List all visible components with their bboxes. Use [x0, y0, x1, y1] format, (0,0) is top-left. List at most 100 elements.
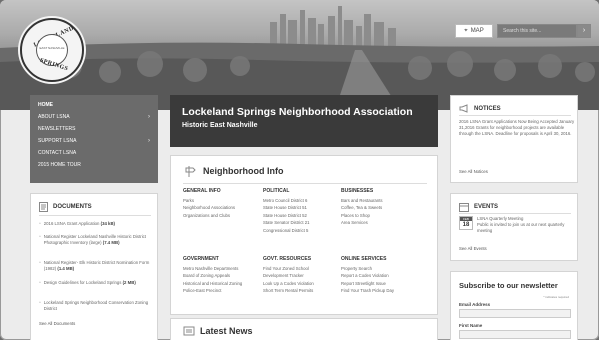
info-column-online-services: ONLINE SERVICES Property Search Report a… [341, 256, 394, 295]
news-icon [183, 326, 195, 336]
info-link[interactable]: Metro Nashville Departments [183, 265, 242, 273]
divider [459, 213, 571, 214]
search-icon: › [582, 27, 586, 34]
main-nav: HOME ABOUT LSNA › NEWSLETTERS SUPPORT LSN… [30, 95, 158, 183]
info-link[interactable]: Congressional District 5 [263, 227, 310, 235]
nav-label: ABOUT LSNA [38, 114, 70, 120]
info-link[interactable]: State House District 51 [263, 204, 310, 212]
info-link[interactable]: Find Your Zoned School [263, 265, 314, 273]
info-link[interactable]: Metro Council District 6 [263, 197, 310, 205]
event-details[interactable]: LSNA Quarterly Meeting Public is invited… [477, 216, 573, 235]
neighborhood-info-card: Neighborhood Info GENERAL INFO Parks Nei… [170, 155, 438, 315]
info-link[interactable]: State Senator District 21 [263, 219, 310, 227]
map-icon: ⌖ [464, 27, 468, 34]
nav-label: 2015 HOME TOUR [38, 162, 81, 168]
info-column-businesses: BUSINESSES Bars and Restaurants Coffee, … [341, 188, 383, 227]
nav-item-support[interactable]: SUPPORT LSNA › [30, 135, 158, 147]
nav-item-newsletters[interactable]: NEWSLETTERS [30, 123, 158, 135]
document-text: Design Guidelines for Lockeland Springs … [43, 280, 136, 285]
events-card: EVENTS FEB 18 LSNA Quarterly Meeting Pub… [450, 193, 578, 261]
info-link[interactable]: Development Tracker [263, 272, 314, 280]
document-item[interactable]: ▫ National Register Lockeland Nashville H… [39, 234, 153, 246]
divider [39, 215, 151, 216]
info-link[interactable]: State House District 52 [263, 212, 310, 220]
document-text: National Register- Elk Historic District… [43, 260, 150, 271]
info-link[interactable]: Coffee, Tea & Sweets [341, 204, 383, 212]
info-link[interactable]: Short Term Rental Permits [263, 287, 314, 295]
document-item[interactable]: ▫ 2016 LSNA Grant Application (34 kB) [39, 221, 153, 227]
search-input[interactable]: Search this site... [497, 24, 577, 38]
first-name-field[interactable] [459, 330, 571, 339]
hero-skyline-image: LOCKELAND EAST NASHVILLE SPRINGS ⌖ MAP S… [0, 0, 599, 110]
site-logo[interactable]: LOCKELAND EAST NASHVILLE SPRINGS [20, 18, 84, 82]
file-icon: ▫ [39, 260, 41, 266]
events-title: EVENTS [474, 204, 499, 210]
file-icon: ▫ [39, 280, 41, 286]
neighborhood-info-title: Neighborhood Info [203, 166, 284, 176]
column-heading: POLITICAL [263, 188, 290, 194]
neighborhood-info-header: Neighborhood Info [183, 164, 283, 178]
nav-label: SUPPORT LSNA [38, 138, 77, 144]
document-item[interactable]: ▫ Lockeland Springs Neighborhood Conserva… [39, 300, 153, 312]
info-link[interactable]: Neighborhood Associations [183, 204, 235, 212]
document-item[interactable]: ▫ National Register- Elk Historic Distric… [39, 260, 153, 272]
skyline-illustration [0, 0, 599, 110]
info-column-general: GENERAL INFO Parks Neighborhood Associat… [183, 188, 235, 219]
page-subtitle: Historic East Nashville [182, 122, 258, 129]
info-link[interactable]: Parks [183, 197, 235, 205]
info-link[interactable]: Report Streetlight Issue [341, 280, 394, 288]
email-label: Email Address [459, 302, 491, 307]
document-icon [39, 202, 48, 212]
nav-item-home[interactable]: HOME [30, 99, 158, 111]
nav-item-contact[interactable]: CONTACT LSNA [30, 147, 158, 159]
search-button[interactable]: › [577, 24, 591, 38]
info-link[interactable]: Report a Codes Violation [341, 272, 394, 280]
column-heading: GOVERNMENT [183, 256, 219, 262]
nav-label: NEWSLETTERS [38, 126, 76, 132]
info-link[interactable]: Area Services [341, 219, 383, 227]
map-button[interactable]: ⌖ MAP [455, 24, 493, 38]
divider [183, 183, 427, 184]
nav-item-about[interactable]: ABOUT LSNA › [30, 111, 158, 123]
info-link[interactable]: Property Search [341, 265, 394, 273]
nav-item-home-tour[interactable]: 2015 HOME TOUR [30, 159, 158, 171]
column-heading: BUSINESSES [341, 188, 374, 194]
latest-news-header: Latest News [183, 325, 253, 337]
divider [459, 115, 571, 116]
info-column-government: GOVERNMENT Metro Nashville Departments B… [183, 256, 242, 295]
info-link[interactable]: Organizations and Clubs [183, 212, 235, 220]
info-column-govt-resources: GOVT. RESOURCES Find Your Zoned School D… [263, 256, 314, 295]
info-link[interactable]: Board of Zoning Appeals [183, 272, 242, 280]
chevron-right-icon: › [148, 114, 150, 120]
see-all-events-link[interactable]: See All Events [459, 246, 487, 251]
info-link[interactable]: Police-East Precinct [183, 287, 242, 295]
info-link[interactable]: Historical and Historical Zoning [183, 280, 242, 288]
documents-header: DOCUMENTS [39, 202, 92, 212]
notices-card: NOTICES 2016 LSNA Grant Applications Now… [450, 95, 578, 183]
see-all-documents-link[interactable]: See All Documents [39, 321, 75, 326]
title-banner: Lockeland Springs Neighborhood Associati… [170, 95, 438, 147]
megaphone-icon [459, 104, 468, 113]
chevron-right-icon: › [148, 138, 150, 144]
document-text: Lockeland Springs Neighborhood Conservat… [43, 300, 149, 311]
notices-title: NOTICES [474, 105, 501, 112]
notice-text[interactable]: 2016 LSNA Grant Applications Now Being A… [459, 119, 575, 138]
info-link[interactable]: Bars and Restaurants [341, 197, 383, 205]
logo-inner-text: EAST NASHVILLE [39, 46, 65, 50]
event-day: 18 [462, 222, 470, 228]
map-label: MAP [470, 28, 484, 34]
nav-label: HOME [38, 102, 53, 108]
document-text: 2016 LSNA Grant Application (34 kB) [43, 221, 115, 226]
documents-card: DOCUMENTS ▫ 2016 LSNA Grant Application (… [30, 193, 158, 340]
events-header: EVENTS [459, 202, 498, 212]
info-link[interactable]: Find Your Trash Pickup Day [341, 287, 394, 295]
see-all-notices-link[interactable]: See All Notices [459, 169, 488, 174]
info-link[interactable]: Look Up a Codes Violation [263, 280, 314, 288]
documents-title: DOCUMENTS [53, 204, 92, 210]
newsletter-title: Subscribe to our newsletter [459, 281, 558, 290]
page: LOCKELAND EAST NASHVILLE SPRINGS ⌖ MAP S… [0, 0, 599, 340]
info-link[interactable]: Places to Shop [341, 212, 383, 220]
first-name-label: First Name [459, 323, 483, 328]
document-item[interactable]: ▫ Design Guidelines for Lockeland Springs… [39, 280, 153, 286]
email-field[interactable] [459, 309, 571, 318]
